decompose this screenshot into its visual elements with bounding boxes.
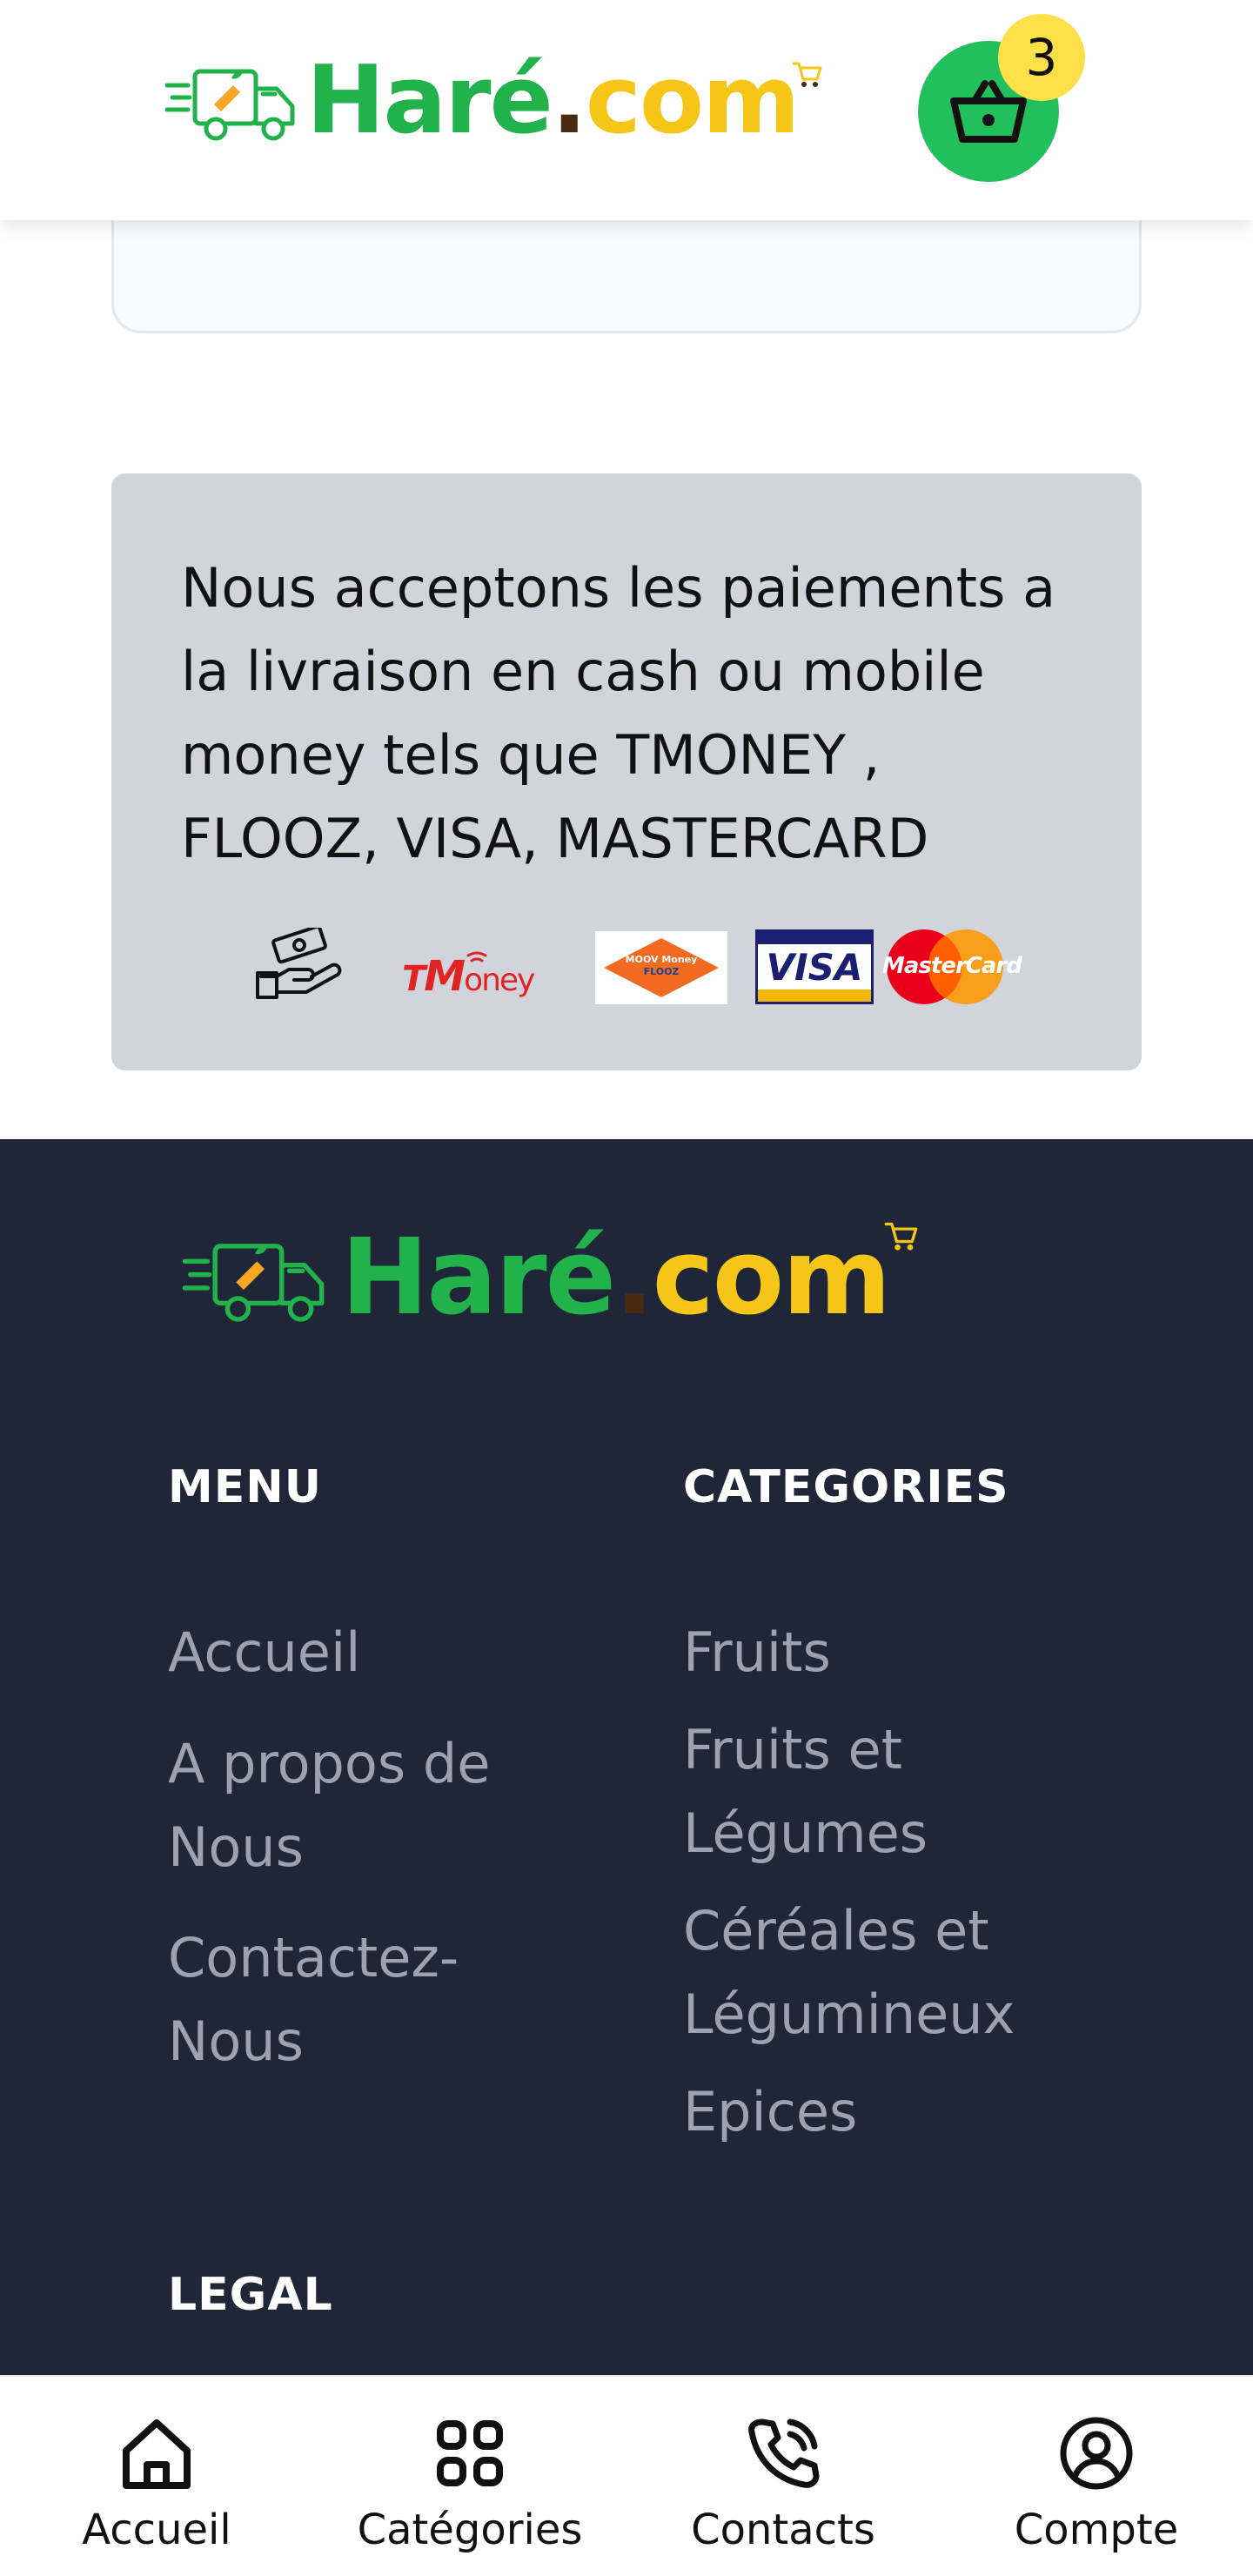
mastercard-text: MasterCard	[882, 953, 1022, 979]
footer-link-fruits[interactable]: Fruits	[683, 1611, 1136, 1694]
delivery-truck-icon	[183, 1244, 325, 1322]
nav-item-contacts[interactable]: Contacts	[679, 2377, 888, 2576]
nav-label-contacts: Contacts	[691, 2506, 875, 2554]
cart-count-badge: 3	[998, 14, 1085, 101]
logo-text-hare: Haré	[341, 1218, 616, 1338]
nav-label-categories: Catégories	[357, 2506, 583, 2554]
footer-menu-title: MENU	[168, 1461, 323, 1513]
grid-icon	[437, 2420, 503, 2486]
footer-legal-title: LEGAL	[168, 2269, 333, 2321]
logo-text-dot: .	[613, 1218, 654, 1338]
footer-link-accueil[interactable]: Accueil	[168, 1611, 533, 1694]
footer-link-a-propos[interactable]: A propos de Nous	[168, 1722, 533, 1889]
flooz-logo: MOOV Money FLOOZ	[595, 931, 727, 1004]
delivery-truck-icon	[165, 69, 295, 141]
payment-info-card: Nous acceptons les paiements a la livrai…	[111, 473, 1142, 1070]
footer-link-fruits-legumes[interactable]: Fruits et Légumes	[683, 1708, 1031, 1875]
footer-link-contactez-nous[interactable]: Contactez-Nous	[168, 1916, 516, 2083]
nav-label-accueil: Accueil	[82, 2506, 231, 2554]
tmoney-t: T	[402, 959, 425, 999]
home-icon	[123, 2419, 191, 2489]
nav-label-compte: Compte	[1014, 2506, 1179, 2554]
phone-call-icon	[748, 2418, 820, 2488]
site-footer: Haré.com MENU Accueil A propos de Nous C…	[0, 1139, 1253, 2375]
mini-cart-icon	[884, 1222, 918, 1251]
flooz-line2: FLOOZ	[643, 966, 680, 977]
mastercard-logo: MasterCard	[882, 928, 1022, 1006]
nav-item-categories[interactable]: Catégories	[348, 2377, 592, 2576]
mini-cart-icon	[792, 62, 822, 87]
logo-text-dot: .	[551, 46, 587, 155]
nav-item-compte[interactable]: Compte	[992, 2377, 1201, 2576]
nav-item-accueil[interactable]: Accueil	[52, 2377, 261, 2576]
flooz-line1: MOOV Money	[625, 954, 698, 965]
user-circle-icon	[1060, 2417, 1133, 2490]
logo-text-com: com	[585, 46, 801, 155]
tmoney-rest: oney	[464, 963, 535, 998]
footer-link-epices[interactable]: Epices	[683, 2070, 1136, 2154]
payment-info-text: Nous acceptons les paiements a la livrai…	[181, 556, 1056, 870]
logo-text-com: com	[652, 1218, 892, 1338]
logo-text-hare: Haré	[306, 46, 553, 155]
footer-brand-logo[interactable]: Haré.com	[183, 1222, 918, 1331]
cash-hand-icon	[256, 928, 342, 999]
tmoney-logo: TMoney	[402, 951, 535, 1001]
footer-categories-title: CATEGORIES	[683, 1461, 1009, 1513]
app-header: Haré.com 3	[0, 0, 1253, 220]
footer-link-cereales-legumineux[interactable]: Céréales et Légumineux	[683, 1889, 1101, 2056]
visa-logo: VISA	[755, 929, 874, 1004]
brand-logo[interactable]: Haré.com	[165, 54, 822, 148]
visa-text: VISA	[766, 946, 863, 989]
bottom-navigation: Accueil Catégories Contacts Compte	[0, 2375, 1253, 2576]
